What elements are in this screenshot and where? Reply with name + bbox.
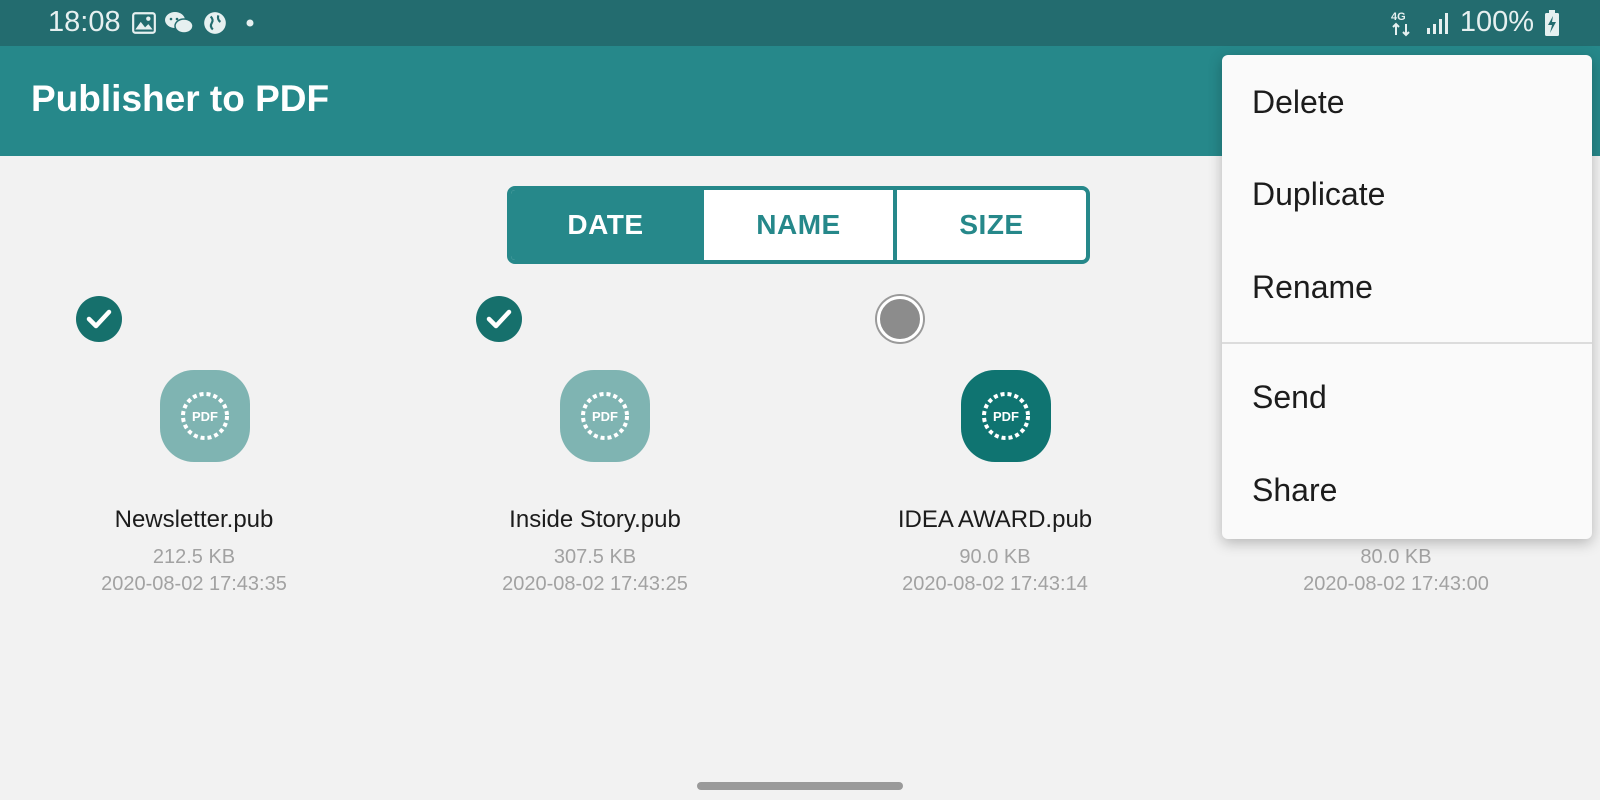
pdf-file-icon: PDF <box>961 370 1051 462</box>
file-name: Inside Story.pub <box>509 506 681 533</box>
svg-text:PDF: PDF <box>592 409 618 424</box>
signal-icon <box>1426 12 1448 34</box>
navigation-bar <box>0 770 1600 800</box>
sort-tab-name[interactable]: NAME <box>700 190 893 260</box>
dot-icon <box>246 19 254 27</box>
menu-divider <box>1222 342 1592 344</box>
file-size: 212.5 KB <box>152 546 236 568</box>
file-size: 307.5 KB <box>553 546 637 568</box>
pdf-file-icon: PDF <box>160 370 250 462</box>
menu-item-rename[interactable]: Rename <box>1252 269 1373 306</box>
battery-charging-icon <box>1545 9 1559 36</box>
svg-text:PDF: PDF <box>993 409 1019 424</box>
pdf-file-icon: PDF <box>560 370 650 462</box>
sort-tab-size[interactable]: SIZE <box>893 190 1086 260</box>
status-bar: 18:08 4G 100% <box>0 0 1600 46</box>
file-item[interactable]: PDF Inside Story.pub 307.5 KB 2020-08-02… <box>405 290 785 610</box>
file-item[interactable]: PDF Newsletter.pub 212.5 KB 2020-08-02 1… <box>4 290 384 610</box>
context-menu: Delete Duplicate Rename Send Share <box>1222 55 1592 539</box>
menu-item-send[interactable]: Send <box>1252 379 1327 416</box>
network-4g-icon: 4G <box>1391 11 1410 36</box>
selected-check-icon[interactable] <box>76 296 122 342</box>
selected-check-icon[interactable] <box>476 296 522 342</box>
menu-item-duplicate[interactable]: Duplicate <box>1252 176 1385 213</box>
file-item[interactable]: PDF IDEA AWARD.pub 90.0 KB 2020-08-02 17… <box>805 290 1185 610</box>
home-gesture-handle[interactable] <box>697 782 903 790</box>
globe-icon <box>204 12 226 34</box>
unselected-radio-icon[interactable] <box>877 296 923 342</box>
svg-text:4G: 4G <box>1391 11 1406 23</box>
file-date: 2020-08-02 17:43:00 <box>1303 573 1489 595</box>
status-time: 18:08 <box>48 6 121 38</box>
app-title: Publisher to PDF <box>31 78 330 119</box>
sort-segmented-control: DATE NAME SIZE <box>507 186 1090 264</box>
wechat-icon <box>165 12 194 34</box>
file-name: Newsletter.pub <box>114 506 274 533</box>
battery-percent: 100% <box>1459 6 1534 38</box>
svg-text:PDF: PDF <box>192 409 218 424</box>
menu-item-delete[interactable]: Delete <box>1252 84 1345 121</box>
image-icon <box>132 12 156 34</box>
status-right: 4G 100% <box>1390 6 1560 39</box>
file-name: IDEA AWARD.pub <box>897 506 1093 533</box>
menu-item-share[interactable]: Share <box>1252 472 1337 509</box>
sort-tab-date[interactable]: DATE <box>511 190 700 260</box>
file-date: 2020-08-02 17:43:25 <box>502 573 688 595</box>
file-size: 90.0 KB <box>959 546 1031 568</box>
file-size: 80.0 KB <box>1360 546 1432 568</box>
file-date: 2020-08-02 17:43:14 <box>902 573 1088 595</box>
file-date: 2020-08-02 17:43:35 <box>101 573 287 595</box>
